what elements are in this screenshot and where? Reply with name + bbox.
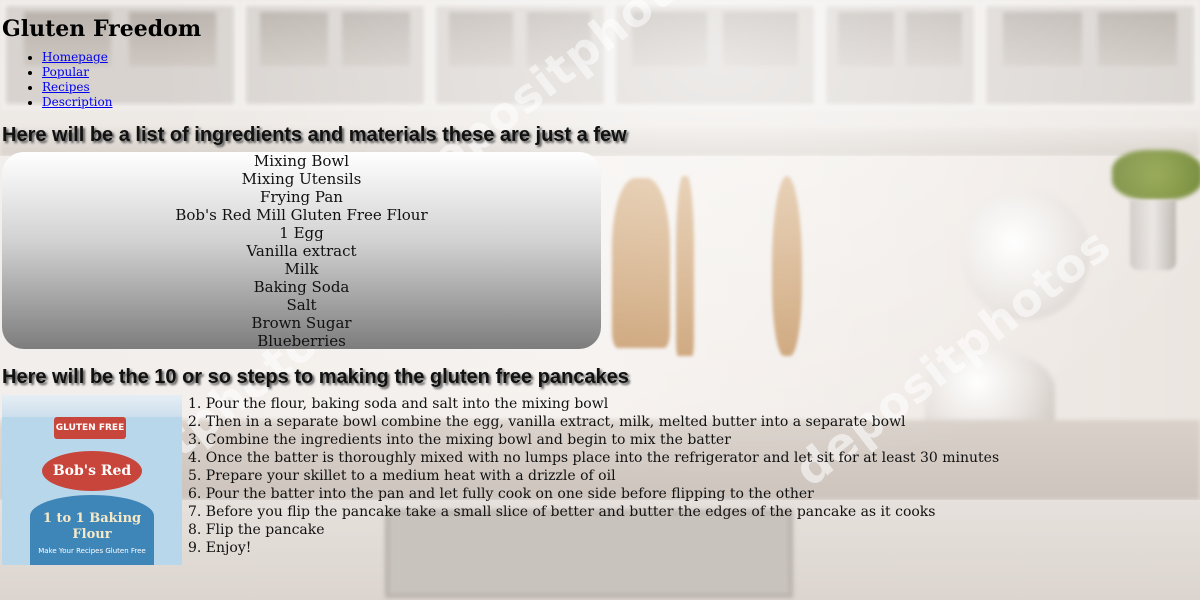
ingredient-item: Brown Sugar bbox=[251, 314, 352, 332]
ingredient-item: Vanilla extract bbox=[246, 242, 357, 260]
step-item: 5. Prepare your skillet to a medium heat… bbox=[188, 468, 616, 484]
nav-link-description[interactable]: Description bbox=[42, 95, 112, 109]
product-name: 1 to 1 Baking Flour bbox=[42, 511, 142, 542]
site-title: Gluten Freedom bbox=[2, 16, 202, 42]
step-item: 4. Once the batter is thoroughly mixed w… bbox=[188, 450, 1000, 466]
step-item: 1. Pour the flour, baking soda and salt … bbox=[188, 396, 609, 412]
nav-item-homepage: Homepage bbox=[42, 50, 1200, 65]
ingredient-item: Bob's Red Mill Gluten Free Flour bbox=[175, 206, 428, 224]
steps-heading: Here will be the 10 or so steps to makin… bbox=[2, 366, 629, 388]
gluten-free-badge: GLUTEN FREE bbox=[54, 417, 126, 439]
ingredient-item: 1 Egg bbox=[279, 224, 324, 242]
nav-link-popular[interactable]: Popular bbox=[42, 65, 89, 79]
ingredient-item: Milk bbox=[284, 260, 319, 278]
nav-link-homepage[interactable]: Homepage bbox=[42, 50, 108, 64]
ingredients-heading: Here will be a list of ingredients and m… bbox=[2, 124, 627, 146]
nav-item-description: Description bbox=[42, 95, 1200, 110]
nav-link-recipes[interactable]: Recipes bbox=[42, 80, 90, 94]
product-tagline: Make Your Recipes Gluten Free bbox=[38, 547, 146, 555]
page-content: Gluten Freedom Homepage Popular Recipes … bbox=[0, 0, 1200, 565]
ingredient-item: Salt bbox=[286, 296, 317, 314]
ingredients-list: Mixing Bowl Mixing Utensils Frying Pan B… bbox=[2, 152, 601, 350]
ingredient-item: Blueberries bbox=[257, 332, 346, 350]
steps-list: 1. Pour the flour, baking soda and salt … bbox=[182, 395, 999, 565]
ingredient-item: Baking Soda bbox=[253, 278, 350, 296]
ingredient-item: Mixing Bowl bbox=[253, 152, 350, 170]
nav-item-popular: Popular bbox=[42, 65, 1200, 80]
steps-area: GLUTEN FREE Bob's Red Mill 1 to 1 Baking… bbox=[2, 395, 1200, 565]
step-item: 2. Then in a separate bowl combine the e… bbox=[188, 414, 906, 430]
step-item: 8. Flip the pancake bbox=[188, 522, 325, 538]
step-item: 6. Pour the batter into the pan and let … bbox=[188, 486, 814, 502]
nav-item-recipes: Recipes bbox=[42, 80, 1200, 95]
ingredient-item: Frying Pan bbox=[260, 188, 343, 206]
main-nav: Homepage Popular Recipes Description bbox=[2, 50, 1200, 110]
flour-bag-image: GLUTEN FREE Bob's Red Mill 1 to 1 Baking… bbox=[2, 395, 182, 565]
step-item: 9. Enjoy! bbox=[188, 540, 252, 556]
step-item: 3. Combine the ingredients into the mixi… bbox=[188, 432, 731, 448]
step-item: 7. Before you flip the pancake take a sm… bbox=[188, 504, 936, 520]
ingredient-item: Mixing Utensils bbox=[241, 170, 362, 188]
brand-logo: Bob's Red Mill bbox=[42, 451, 142, 519]
